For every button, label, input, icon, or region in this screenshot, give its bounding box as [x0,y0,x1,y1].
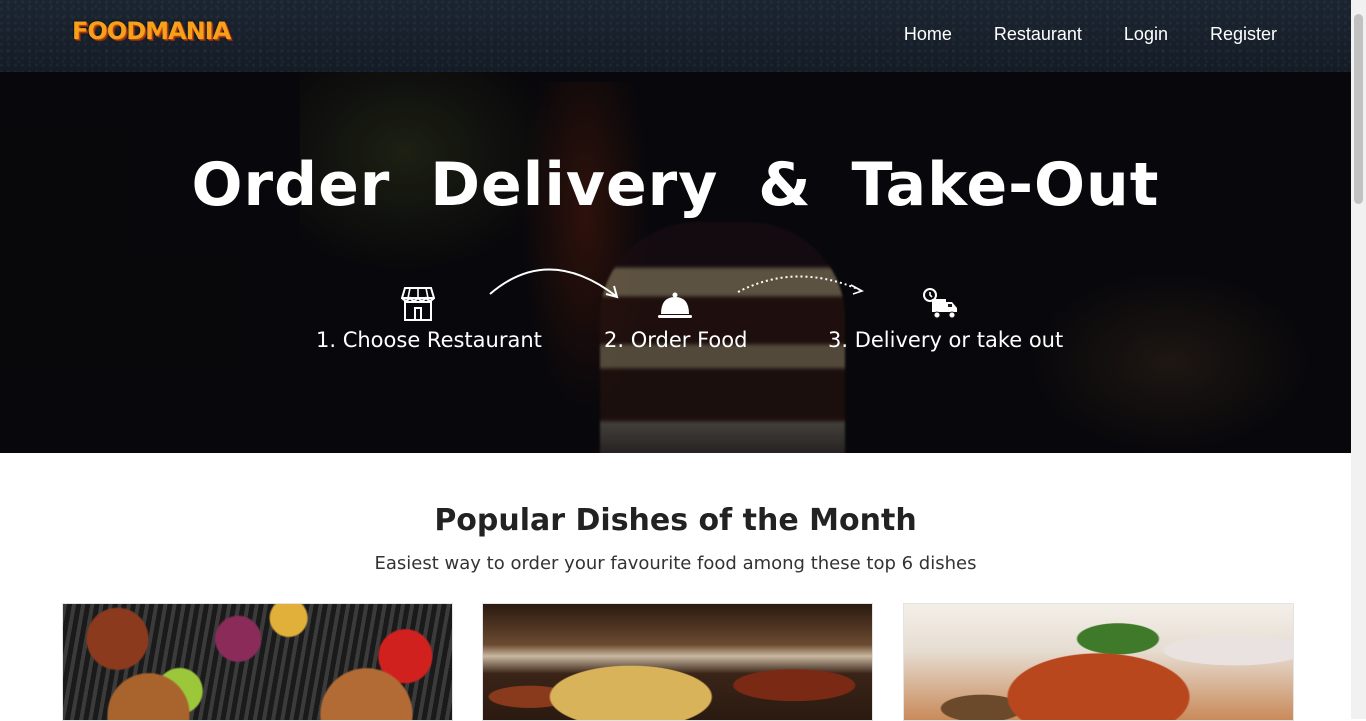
step-order-food: 2. Order Food [604,286,748,352]
step-3-label: 3. Delivery or take out [828,328,1064,352]
nav-register-link[interactable]: Register [1210,24,1277,45]
popular-dishes-subtitle: Easiest way to order your favourite food… [374,553,977,574]
main-nav: Home Restaurant Login Register [904,24,1277,45]
delivery-truck-icon [923,288,957,319]
dish-card-grilled-meat[interactable] [62,603,453,721]
top-navbar: FOODMANIA Home Restaurant Login Register [0,0,1351,72]
popular-dishes-title: Popular Dishes of the Month [434,503,917,538]
hero-title: Order Delivery & Take-Out [191,150,1160,220]
step-2-label: 2. Order Food [604,328,748,352]
nav-restaurant-link[interactable]: Restaurant [994,24,1082,45]
hero-overlay [0,72,1351,453]
storefront-icon [401,287,435,321]
nav-home-link[interactable]: Home [904,24,952,45]
dish-card-chicken-asparagus[interactable] [903,603,1294,721]
nav-login-link[interactable]: Login [1124,24,1168,45]
dish-card-gratin[interactable] [482,603,873,721]
step-1-label: 1. Choose Restaurant [316,328,542,352]
foodmania-logo[interactable]: FOODMANIA [72,17,231,45]
cloche-icon [658,292,692,318]
step-delivery: 3. Delivery or take out [828,286,1064,352]
hero-banner: Order Delivery & Take-Out 1. Choose Rest… [0,72,1351,453]
vertical-scrollbar[interactable] [1351,0,1366,719]
scrollbar-thumb[interactable] [1354,14,1363,204]
